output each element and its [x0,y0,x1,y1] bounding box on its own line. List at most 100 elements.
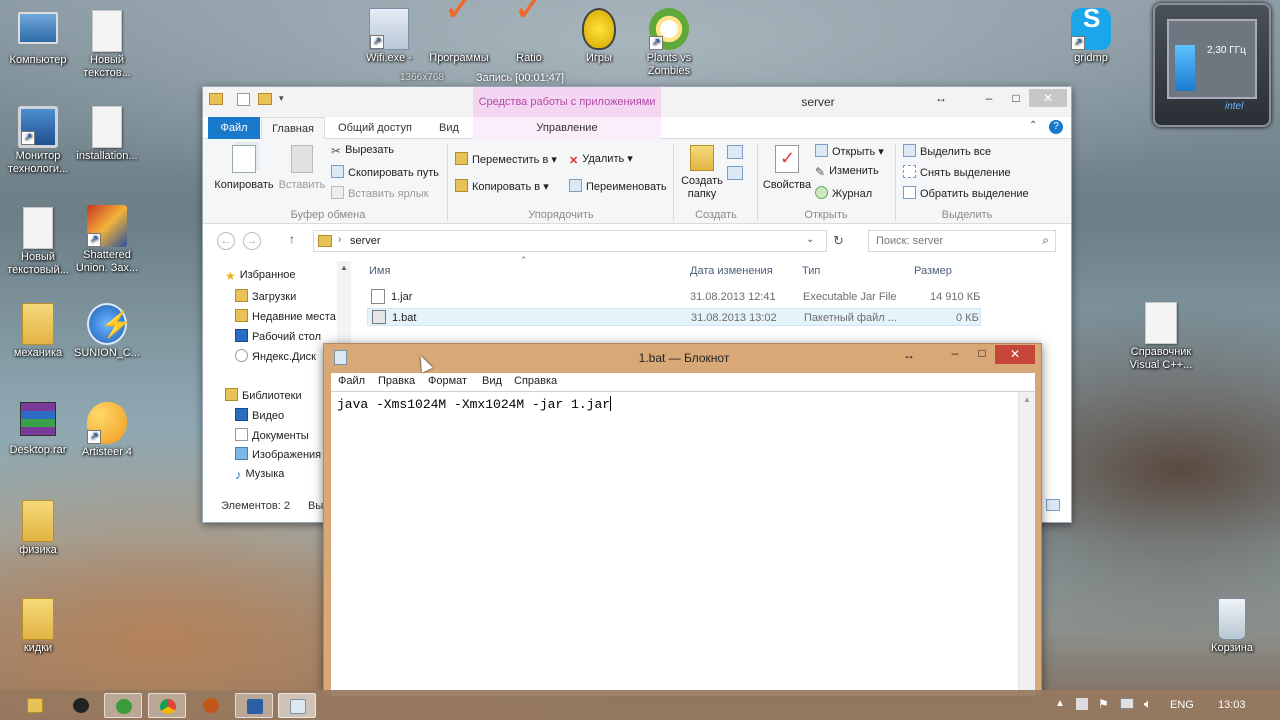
nav-desktop[interactable]: Рабочий стол [235,329,321,343]
maximize-button[interactable]: □ [1003,89,1029,107]
nav-libraries[interactable]: Библиотеки [225,388,302,402]
language-indicator[interactable]: ENG [1170,699,1194,711]
desktop-icon-monitor[interactable]: Монитор технологи... [1,106,75,176]
properties-button[interactable]: ✓ Свойства [761,145,813,191]
tab-home[interactable]: Главная [261,117,325,139]
close-button[interactable]: ✕ [995,345,1035,364]
rename-button[interactable]: Переименовать [569,179,667,193]
address-bar[interactable]: › server ⌄ [313,230,827,252]
menu-format[interactable]: Формат [428,375,467,387]
nav-favorites[interactable]: ★ Избранное [225,269,296,283]
desktop-icon-vc-reference[interactable]: Справочник Visual C++... [1124,302,1198,372]
desktop-icon-plants-vs-zombies[interactable]: Plants vs Zombies [632,8,706,78]
nav-documents[interactable]: Документы [235,428,309,442]
file-row[interactable]: 1.bat 31.08.2013 13:02 Пакетный файл ...… [367,308,981,326]
taskbar-recorder-button[interactable] [104,693,142,718]
cut-button[interactable]: ✂ Вырезать [331,144,394,158]
nav-images[interactable]: Изображения [235,447,321,461]
taskbar-steam-button[interactable] [62,693,100,718]
new-folder-button[interactable]: Создать папку [677,145,727,201]
paste-shortcut-button[interactable]: Вставить ярлык [331,186,429,200]
new-folder-icon[interactable] [258,93,272,105]
collapse-ribbon-icon[interactable]: ⌃ [1029,120,1037,131]
file-row[interactable]: 1.jar 31.08.2013 12:41 Executable Jar Fi… [367,288,981,306]
explorer-titlebar[interactable]: ▾ Средства работы с приложениями server … [203,87,1071,117]
tray-network-icon[interactable] [1076,698,1088,710]
resize-icon[interactable]: ↔ [931,89,951,107]
tray-expand-icon[interactable]: ▲ [1055,698,1065,709]
column-header-date[interactable]: Дата изменения [690,265,773,277]
taskbar-chrome-button[interactable] [148,693,186,718]
clock[interactable]: 13:03 [1218,699,1246,711]
column-header-type[interactable]: Тип [802,265,820,277]
delete-button[interactable]: ✕ Удалить ▾ [569,152,633,167]
desktop-icon-games[interactable]: Игры [562,8,636,65]
copy-path-button[interactable]: Скопировать путь [331,165,439,179]
desktop-icon-ratio[interactable]: ✓ Ratio [492,0,566,65]
select-all-button[interactable]: Выделить все [903,144,991,158]
notepad-vertical-scrollbar[interactable]: ▲ [1018,392,1035,696]
desktop-icon-kidki[interactable]: кидки [1,598,75,655]
taskbar-explorer-button[interactable] [16,693,54,718]
open-button[interactable]: Открыть ▾ [815,144,884,158]
tab-manage[interactable]: Управление [473,117,661,139]
taskbar-notepad-button[interactable] [278,693,316,718]
column-header-name[interactable]: Имя [369,265,390,277]
taskbar-monitor-button[interactable] [235,693,273,718]
scroll-up-icon[interactable]: ▲ [1023,395,1031,404]
search-icon[interactable]: ⌕ [1042,233,1049,248]
menu-view[interactable]: Вид [482,375,502,387]
nav-downloads[interactable]: Загрузки [235,289,296,303]
details-view-icon[interactable] [1046,499,1060,511]
cpu-meter-gadget[interactable]: 2,30 ГГц intel [1153,3,1271,127]
scroll-up-icon[interactable]: ▲ [340,263,348,272]
desktop-icon-sunion[interactable]: ⚡ SUNION_C... [70,303,144,360]
close-button[interactable]: ✕ [1029,89,1067,107]
nav-video[interactable]: Видео [235,408,284,422]
search-box[interactable]: Поиск: server ⌕ [868,230,1056,252]
menu-help[interactable]: Справка [514,375,557,387]
tray-power-icon[interactable] [1120,698,1134,709]
nav-music[interactable]: ♪ Музыка [235,467,284,482]
nav-yandex-disk[interactable]: Яндекс.Диск [235,349,316,363]
minimize-button[interactable]: – [976,89,1002,107]
tray-flag-icon[interactable]: ⚑ [1098,697,1109,711]
move-to-button[interactable]: Переместить в ▾ [455,152,557,166]
refresh-button[interactable]: ↻ [833,233,844,249]
paste-button[interactable]: Вставить [277,145,327,191]
desktop-icon-computer[interactable]: Компьютер [1,10,75,67]
menu-edit[interactable]: Правка [378,375,415,387]
desktop-icon-mechanics[interactable]: механика [1,303,75,360]
copy-button[interactable]: Копировать [213,145,275,191]
select-none-button[interactable]: Снять выделение [903,165,1011,179]
nav-recent[interactable]: Недавние места [235,309,336,323]
invert-selection-button[interactable]: Обратить выделение [903,186,1029,200]
notepad-text-area[interactable]: java -Xms1024M -Xmx1024M -jar 1.jar ▲ [331,391,1035,696]
forward-button[interactable]: → [243,232,261,250]
desktop-icon-desktop-rar[interactable]: Desktop.rar [1,402,75,457]
minimize-button[interactable]: – [942,346,968,364]
help-icon[interactable]: ? [1049,120,1063,134]
notepad-window[interactable]: 1.bat — Блокнот ↔ – □ ✕ Файл Правка Форм… [323,343,1042,696]
taskbar-info-button[interactable] [192,693,230,718]
history-button[interactable]: Журнал [815,186,872,200]
search-input[interactable]: Поиск: server [876,235,943,247]
desktop-icon-physics[interactable]: физика [1,500,75,557]
easy-access-icon[interactable] [727,166,743,180]
up-button[interactable]: ↑ [289,232,295,246]
desktop-icon-installation[interactable]: installation... [70,106,144,163]
desktop-icon-artisteer[interactable]: Artisteer 4 [70,402,144,459]
desktop-icon-programs[interactable]: ✓ Программы [422,0,496,65]
address-dropdown-icon[interactable]: ⌄ [806,234,814,245]
desktop-icon-text-file-2[interactable]: Новый текстовый... [1,207,75,277]
column-header-size[interactable]: Размер [914,265,952,277]
desktop-icon-recycle-bin[interactable]: Корзина [1195,598,1269,655]
properties-icon[interactable] [237,93,250,106]
back-button[interactable]: ← [217,232,235,250]
menu-file[interactable]: Файл [338,375,365,387]
tab-view[interactable]: Вид [429,117,469,139]
new-item-icon[interactable] [727,145,743,159]
breadcrumb-server[interactable]: server [350,235,381,247]
resize-icon[interactable]: ↔ [903,348,915,362]
copy-to-button[interactable]: Копировать в ▾ [455,179,549,193]
